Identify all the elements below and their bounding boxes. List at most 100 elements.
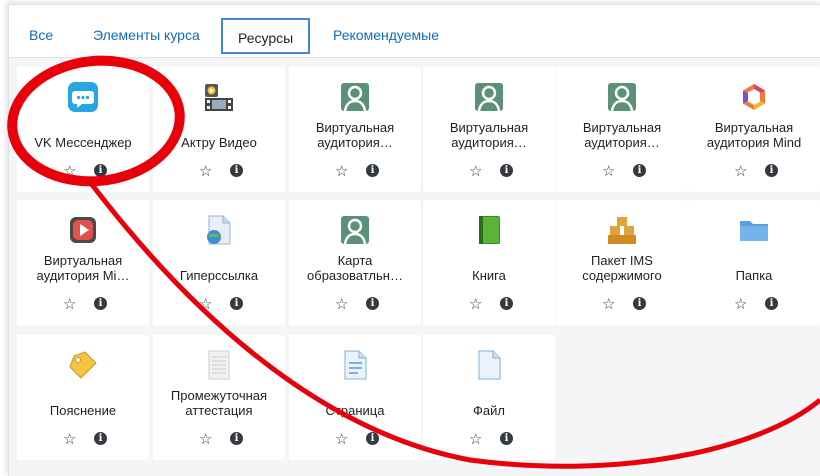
play-icon <box>67 214 99 246</box>
star-icon[interactable]: ☆ <box>602 295 615 313</box>
info-icon[interactable]: i <box>366 297 379 310</box>
folder-icon <box>738 214 770 246</box>
virtual-classroom-icon <box>339 81 371 113</box>
card-actions: ☆ i <box>17 430 149 448</box>
resource-card[interactable]: Промежуточная аттестация ☆ i <box>153 335 285 460</box>
star-icon[interactable]: ☆ <box>335 295 348 313</box>
info-icon[interactable]: i <box>765 297 778 310</box>
resource-card[interactable]: Виртуальная аудитория… ☆ i <box>423 67 555 192</box>
star-icon[interactable]: ☆ <box>602 162 615 180</box>
resource-card[interactable]: Виртуальная аудитория… ☆ i <box>289 67 421 192</box>
resource-card-label: Книга <box>472 268 506 283</box>
star-icon[interactable]: ☆ <box>469 430 482 448</box>
resource-card[interactable]: Книга ☆ i <box>423 200 555 325</box>
card-actions: ☆ i <box>423 162 555 180</box>
resource-card[interactable]: Гиперссылка ☆ i <box>153 200 285 325</box>
card-actions: ☆ i <box>289 430 421 448</box>
card-actions: ☆ i <box>556 295 688 313</box>
star-icon[interactable]: ☆ <box>335 162 348 180</box>
resource-card-label: Карта образоватльн… <box>307 253 403 283</box>
info-icon[interactable]: i <box>765 164 778 177</box>
hyperlink-icon <box>203 214 235 246</box>
resource-card[interactable]: VK Мессенджер ☆ i <box>17 67 149 192</box>
label-tag-icon <box>67 349 99 381</box>
star-icon[interactable]: ☆ <box>335 430 348 448</box>
resource-card[interactable]: Виртуальная аудитория… ☆ i <box>556 67 688 192</box>
resource-card[interactable]: Пояснение ☆ i <box>17 335 149 460</box>
card-actions: ☆ i <box>688 162 820 180</box>
resource-card-label: Виртуальная аудитория Mind <box>706 120 802 150</box>
star-icon[interactable]: ☆ <box>734 295 747 313</box>
info-icon[interactable]: i <box>230 297 243 310</box>
resource-card-label: Пояснение <box>49 403 117 418</box>
resource-card-label: Гиперссылка <box>179 268 259 283</box>
card-actions: ☆ i <box>289 295 421 313</box>
resource-card-label: Пакет IMS содержимого <box>582 253 662 283</box>
tab-bar: Все Элементы курса Ресурсы Рекомендуемые <box>9 5 820 58</box>
resource-card-label: VK Мессенджер <box>34 135 132 150</box>
tab-recommended[interactable]: Рекомендуемые <box>333 27 439 43</box>
star-icon[interactable]: ☆ <box>734 162 747 180</box>
resource-card[interactable]: Виртуальная аудитория Mi… ☆ i <box>17 200 149 325</box>
resource-card-label: Виртуальная аудитория… <box>449 120 529 150</box>
virtual-classroom-icon <box>339 214 371 246</box>
resource-card-label: Виртуальная аудитория… <box>582 120 662 150</box>
card-actions: ☆ i <box>17 295 149 313</box>
aktru-video-icon <box>203 81 235 113</box>
file-icon <box>473 349 505 381</box>
attestation-icon <box>203 349 235 381</box>
star-icon[interactable]: ☆ <box>63 430 76 448</box>
vk-messenger-icon <box>67 81 99 113</box>
card-actions: ☆ i <box>153 430 285 448</box>
resource-card[interactable]: Виртуальная аудитория Mind ☆ i <box>688 67 820 192</box>
resource-card-label: Промежуточная аттестация <box>170 388 268 418</box>
star-icon[interactable]: ☆ <box>63 295 76 313</box>
mind-icon <box>738 81 770 113</box>
star-icon[interactable]: ☆ <box>199 430 212 448</box>
page-icon <box>339 349 371 381</box>
resource-card[interactable]: Пакет IMS содержимого ☆ i <box>556 200 688 325</box>
info-icon[interactable]: i <box>94 432 107 445</box>
resource-card-label: Актру Видео <box>181 135 257 150</box>
card-actions: ☆ i <box>556 162 688 180</box>
resource-card[interactable]: Актру Видео ☆ i <box>153 67 285 192</box>
card-actions: ☆ i <box>688 295 820 313</box>
virtual-classroom-icon <box>473 81 505 113</box>
card-actions: ☆ i <box>153 295 285 313</box>
info-icon[interactable]: i <box>633 297 646 310</box>
info-icon[interactable]: i <box>500 432 513 445</box>
card-actions: ☆ i <box>289 162 421 180</box>
book-icon <box>473 214 505 246</box>
card-actions: ☆ i <box>17 162 149 180</box>
star-icon[interactable]: ☆ <box>469 162 482 180</box>
star-icon[interactable]: ☆ <box>469 295 482 313</box>
info-icon[interactable]: i <box>230 432 243 445</box>
info-icon[interactable]: i <box>94 164 107 177</box>
info-icon[interactable]: i <box>633 164 646 177</box>
virtual-classroom-icon <box>606 81 638 113</box>
resource-card[interactable]: Страница ☆ i <box>289 335 421 460</box>
resource-card-label: Виртуальная аудитория… <box>315 120 395 150</box>
star-icon[interactable]: ☆ <box>63 162 76 180</box>
info-icon[interactable]: i <box>500 297 513 310</box>
resource-card[interactable]: Папка ☆ i <box>688 200 820 325</box>
info-icon[interactable]: i <box>500 164 513 177</box>
tab-all[interactable]: Все <box>29 27 53 43</box>
resource-card-label: Папка <box>735 268 773 283</box>
info-icon[interactable]: i <box>366 432 379 445</box>
card-actions: ☆ i <box>423 295 555 313</box>
card-actions: ☆ i <box>153 162 285 180</box>
info-icon[interactable]: i <box>230 164 243 177</box>
resource-card[interactable]: Файл ☆ i <box>423 335 555 460</box>
resource-card[interactable]: Карта образоватльн… ☆ i <box>289 200 421 325</box>
star-icon[interactable]: ☆ <box>199 162 212 180</box>
tab-resources[interactable]: Ресурсы <box>221 18 311 54</box>
star-icon[interactable]: ☆ <box>199 295 212 313</box>
info-icon[interactable]: i <box>366 164 379 177</box>
resource-card-label: Виртуальная аудитория Mi… <box>36 253 130 283</box>
card-actions: ☆ i <box>423 430 555 448</box>
resource-card-label: Файл <box>473 403 505 418</box>
tab-course-elements[interactable]: Элементы курса <box>93 27 200 43</box>
info-icon[interactable]: i <box>94 297 107 310</box>
resource-card-label: Страница <box>325 403 385 418</box>
